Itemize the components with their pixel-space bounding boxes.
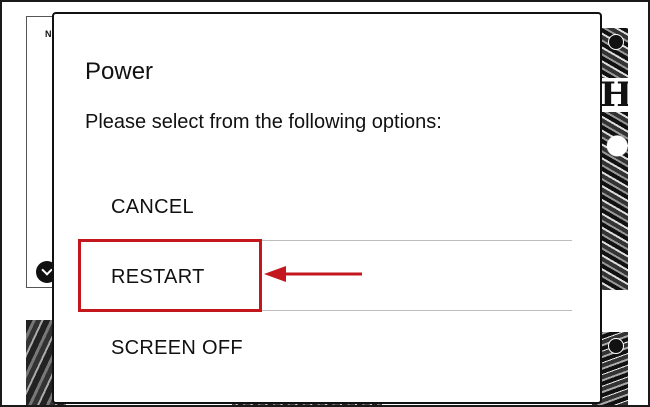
- dialog-title: Power: [85, 58, 154, 85]
- power-dialog: Power Please select from the following o…: [52, 12, 602, 404]
- cover-title-mark: N: [45, 29, 52, 39]
- annotation-arrow-icon: [264, 266, 362, 282]
- cover-badge-icon: [608, 34, 624, 50]
- dialog-message: Please select from the following options…: [85, 111, 442, 133]
- cancel-button[interactable]: CANCEL: [111, 195, 194, 219]
- annotation-highlight-box: [78, 239, 262, 312]
- screen-frame: N H Power Please select from the followi…: [0, 0, 650, 407]
- screen-off-button[interactable]: SCREEN OFF: [111, 336, 243, 360]
- cover-title-mark: H: [598, 78, 628, 112]
- cover-badge-icon: [608, 338, 624, 354]
